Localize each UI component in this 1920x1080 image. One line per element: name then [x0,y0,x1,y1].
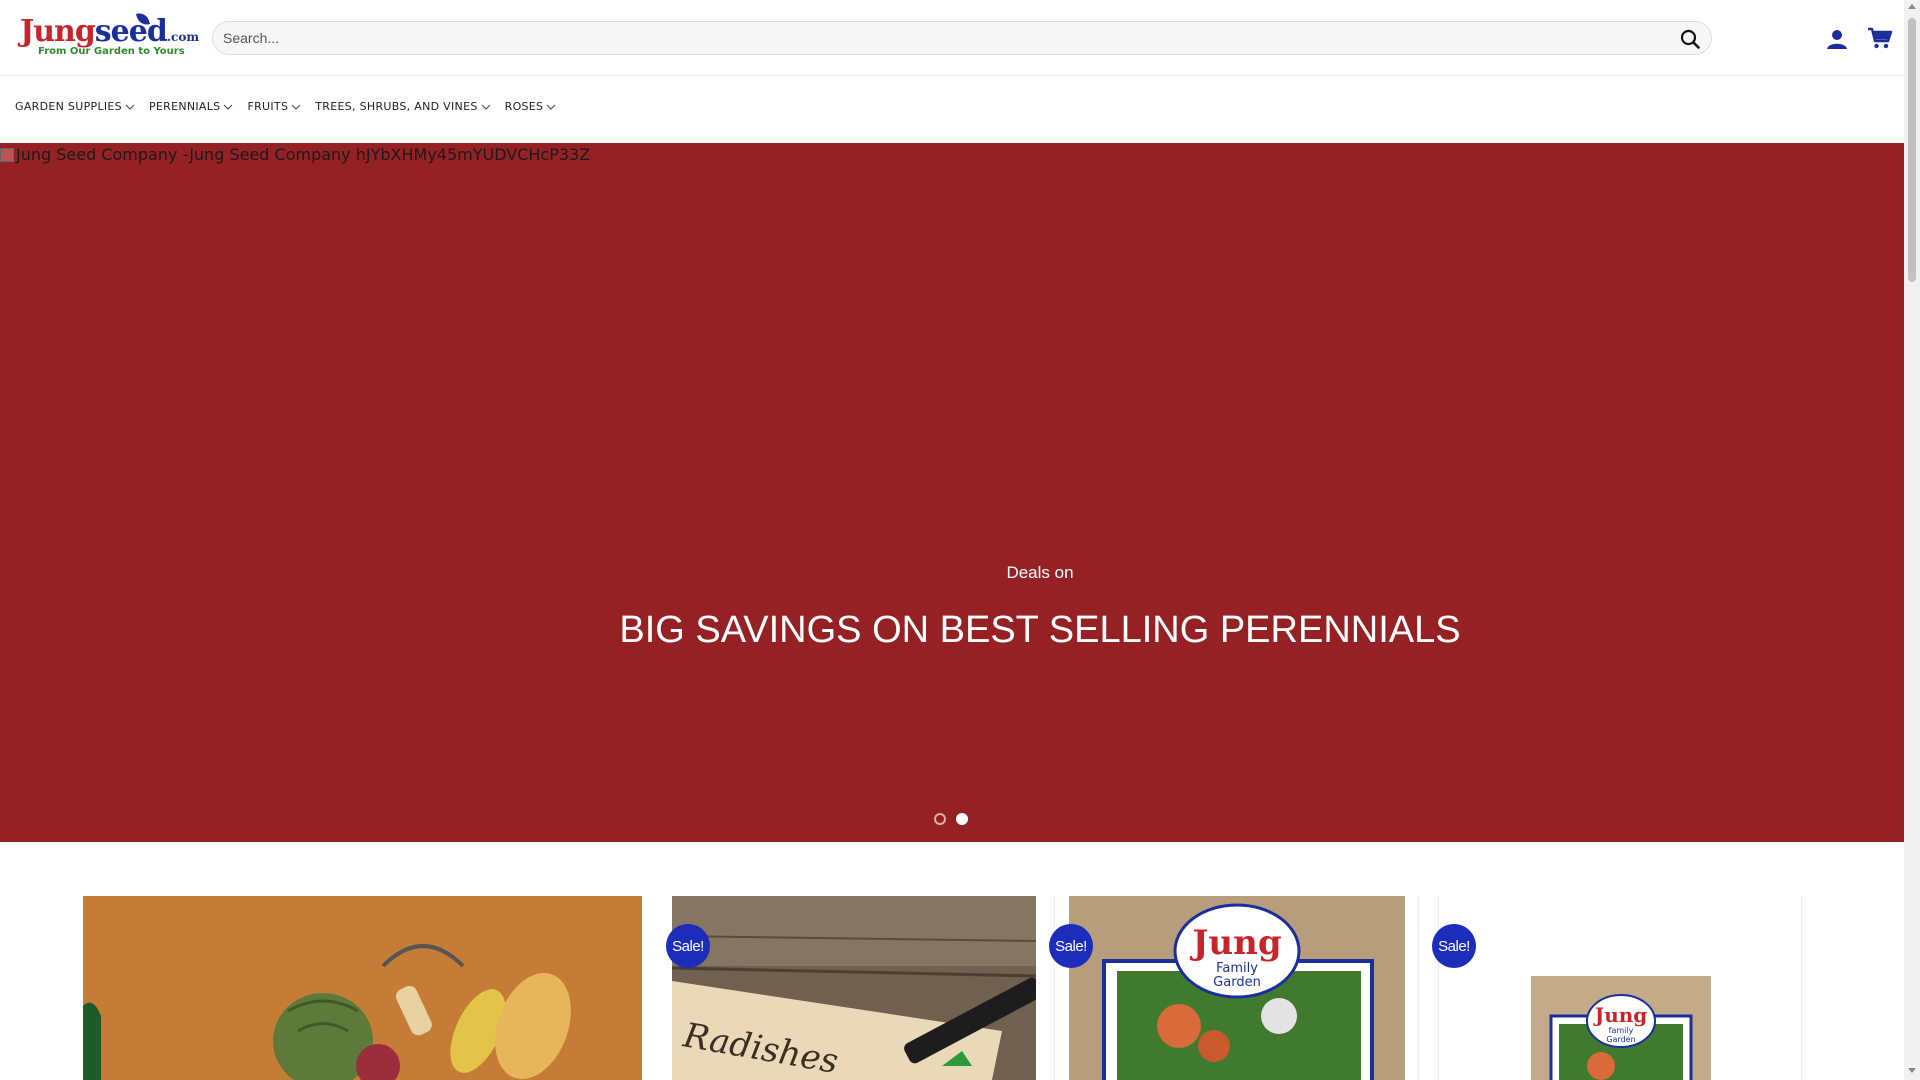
page-scrollbar[interactable] [1904,0,1920,1080]
cart-icon [1868,27,1893,49]
svg-text:Garden: Garden [1606,1035,1635,1044]
svg-text:family: family [1609,1026,1634,1035]
nav-item-label: GARDEN SUPPLIES [15,100,122,113]
card-divider [1801,896,1802,1080]
search-input[interactable] [223,22,1663,54]
search-bar [212,21,1712,55]
svg-text:Family: Family [1216,961,1258,976]
card-divider [1438,896,1439,1080]
chevron-down-icon [224,104,233,110]
hero-image-alt-text: Jung Seed Company -Jung Seed Company hJY… [0,143,590,167]
chevron-down-icon [125,104,135,110]
account-button[interactable] [1826,28,1848,50]
cart-button[interactable] [1867,26,1893,50]
harvest-basket-illustration [83,896,642,1080]
nav-item-label: TREES, SHRUBS, AND VINES [315,100,478,113]
slider-dots [934,813,978,825]
slider-dot-2-active[interactable] [956,813,968,825]
card-divider [1418,896,1419,1080]
chevron-down-icon [546,104,556,110]
logo-tagline: From Our Garden to Yours [38,46,185,57]
plant-marker-illustration: Radishes [671,896,1043,1080]
scroll-down-arrow-icon[interactable] [1908,1068,1916,1073]
nav-item-label: PERENNIALS [148,100,221,113]
search-button[interactable] [1679,28,1701,50]
nav-item-roses[interactable]: ROSES [505,100,557,113]
scrollbar-thumb[interactable] [1908,18,1916,282]
page: Jungseed.com From Our Garden to Yours Se… [0,0,1904,1080]
site-header: Jungseed.com From Our Garden to Yours [0,0,1904,76]
site-logo[interactable]: Jungseed.com From Our Garden to Yours [20,10,199,64]
chevron-down-icon [291,104,301,110]
hero-title: BIG SAVINGS ON BEST SELLING PERENNIALS [619,609,1461,651]
family-garden-small-illustration: Jung family Garden [1531,976,1711,1080]
user-icon [1827,30,1847,49]
hero-subtitle: Deals on [1006,563,1074,582]
chevron-down-icon [481,104,490,110]
product-image-family-garden[interactable]: Jung Family Garden [1069,896,1405,1080]
product-image-family-garden-small[interactable]: Jung family Garden [1531,976,1711,1080]
nav-item-trees-shrubs-vines[interactable]: TREES, SHRUBS, AND VINES [315,100,490,113]
hero-banner[interactable]: Jung Seed Company -Jung Seed Company hJY… [0,143,1904,842]
nav-item-label: ROSES [504,100,544,113]
svg-text:Jung: Jung [1189,923,1281,963]
main-navigation: GARDEN SUPPLIES PERENNIALS FRUITS TREES,… [0,76,1904,142]
sale-badge: Sale! [1432,924,1476,968]
scroll-up-arrow-icon[interactable] [1908,4,1916,9]
svg-text:Garden: Garden [1213,975,1261,990]
sale-badge: Sale! [666,924,710,968]
product-image-harvest-basket[interactable] [83,896,642,1080]
search-icon [1680,29,1700,49]
product-row: Radishes Sale! Jung Family Garden Sale! [0,896,1904,1080]
nav-item-garden-supplies[interactable]: GARDEN SUPPLIES [15,100,135,113]
nav-item-fruits[interactable]: FRUITS [247,100,301,113]
product-image-plant-markers[interactable]: Radishes [671,896,1043,1080]
sale-badge: Sale! [1049,924,1093,968]
family-garden-illustration: Jung Family Garden [1069,896,1405,1080]
nav-item-label: FRUITS [247,100,289,113]
broken-image-icon [0,148,14,162]
card-divider [1054,896,1055,1080]
nav-item-perennials[interactable]: PERENNIALS [149,100,234,113]
slider-dot-1[interactable] [934,813,946,825]
svg-text:Jung: Jung [1593,1003,1648,1027]
